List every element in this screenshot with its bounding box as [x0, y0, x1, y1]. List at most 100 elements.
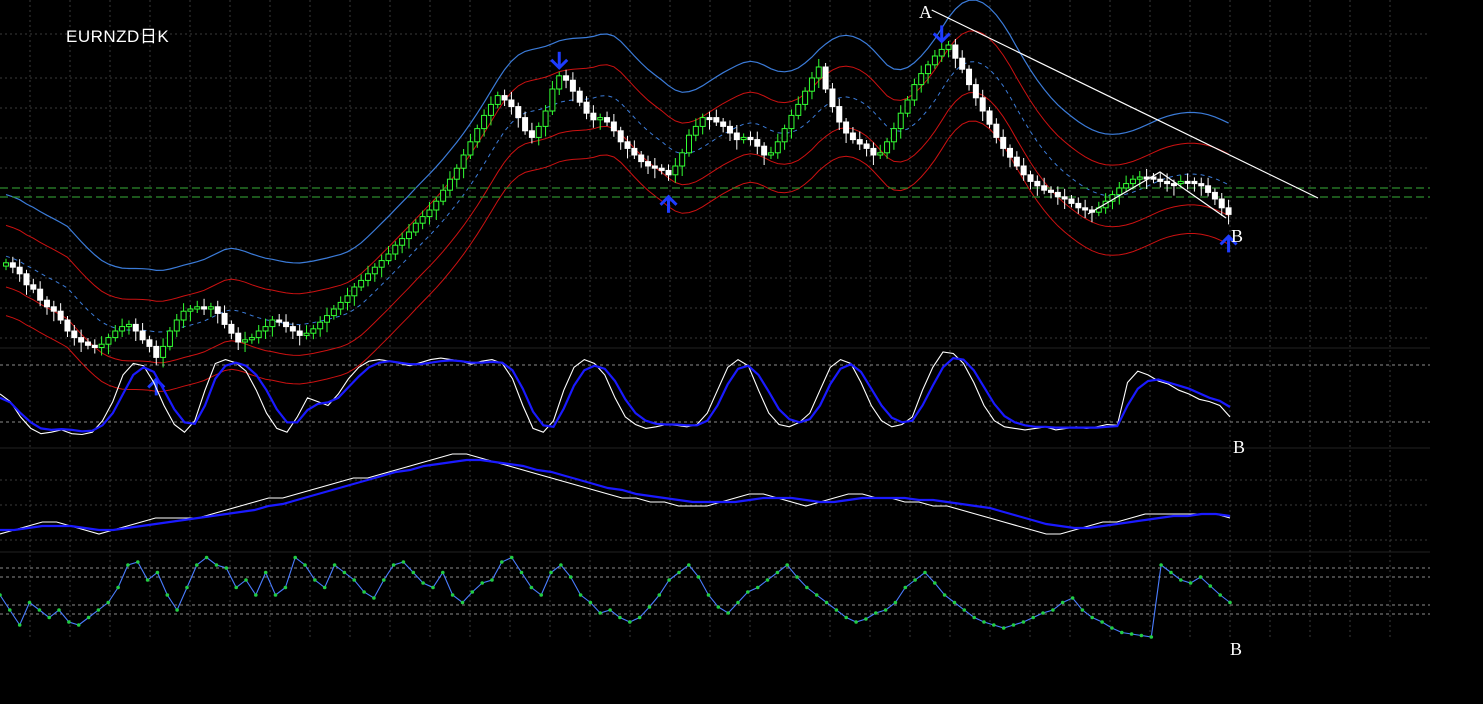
annotation-b-osc1: B	[1233, 437, 1246, 457]
data-point	[706, 593, 711, 597]
sell-arrow-icon	[550, 51, 569, 70]
candle-body	[556, 75, 563, 90]
candle-body	[597, 117, 604, 121]
candle-body	[754, 139, 761, 147]
data-point	[942, 593, 947, 597]
data-point	[322, 585, 327, 590]
candle-body	[1205, 185, 1212, 193]
data-point	[1188, 581, 1193, 585]
candle-body	[549, 88, 556, 112]
candle-body	[1225, 207, 1232, 215]
data-point	[893, 600, 898, 605]
data-point	[755, 585, 760, 590]
candle-body	[1184, 180, 1191, 184]
candle-body	[23, 273, 30, 286]
candle-body	[1116, 187, 1123, 196]
candle-body	[166, 330, 173, 347]
candle-body	[125, 323, 132, 328]
candle-body	[535, 125, 542, 138]
candle-body	[146, 339, 153, 347]
data-point	[195, 563, 199, 567]
candle-body	[57, 310, 64, 321]
data-point	[992, 623, 996, 627]
annotation-b-osc3: B	[1230, 639, 1243, 659]
data-point	[450, 593, 455, 597]
data-point	[1011, 623, 1016, 627]
candle-body	[474, 128, 481, 143]
candle-body	[843, 121, 850, 134]
candle-body	[364, 273, 371, 281]
candle-body	[98, 343, 105, 349]
data-point	[8, 608, 12, 612]
candle-body	[569, 79, 576, 92]
candle-body	[802, 90, 809, 105]
candle-body	[91, 344, 98, 348]
candle-body	[651, 165, 658, 169]
candle-body	[1054, 191, 1061, 198]
data-point	[1198, 575, 1203, 579]
candle-body	[761, 145, 768, 156]
candle-body	[740, 136, 747, 141]
data-point	[913, 578, 917, 582]
bollinger-upper-line	[5, 0, 1229, 272]
data-point	[716, 605, 721, 609]
data-point	[598, 611, 602, 615]
data-point	[568, 575, 573, 579]
data-point	[372, 596, 376, 600]
data-point	[1080, 608, 1085, 612]
candle-body	[686, 134, 692, 154]
candle-body	[180, 310, 187, 321]
candle-body	[522, 117, 529, 132]
data-point	[667, 578, 671, 582]
data-point	[490, 578, 494, 582]
candle-body	[262, 326, 269, 332]
candle-body	[1047, 189, 1054, 193]
candle-body	[836, 106, 843, 123]
data-point	[795, 575, 799, 579]
data-point	[224, 566, 229, 570]
candle-body	[351, 286, 358, 297]
candle-body	[918, 73, 925, 86]
data-point	[657, 593, 662, 597]
candle-body	[358, 279, 365, 288]
candle-body	[78, 337, 85, 343]
candle-body	[604, 117, 611, 123]
data-point	[145, 578, 150, 582]
candle-body	[289, 326, 296, 332]
data-point	[1218, 593, 1222, 597]
data-point	[1041, 611, 1045, 615]
candle-body	[747, 136, 754, 141]
candle-body	[979, 97, 986, 112]
candle-body	[460, 154, 467, 169]
candle-body	[515, 106, 522, 119]
chart-canvas	[0, 0, 1430, 640]
data-point	[1110, 626, 1114, 630]
candle-body	[160, 345, 167, 358]
candle-body	[235, 332, 242, 343]
candle-body	[665, 169, 672, 176]
candle-body	[283, 321, 290, 328]
data-point	[76, 623, 81, 627]
candle-body	[1061, 196, 1068, 200]
candle-body	[938, 48, 945, 57]
candle-body	[37, 288, 44, 301]
candle-body	[972, 84, 979, 99]
data-point	[529, 585, 534, 590]
data-point	[175, 608, 179, 612]
candle-body	[310, 328, 317, 334]
data-point	[67, 620, 71, 624]
price-pane	[0, 0, 1430, 396]
data-point	[883, 608, 888, 612]
candle-body	[43, 299, 50, 308]
candle-body	[610, 121, 617, 132]
data-point	[0, 593, 2, 597]
data-point	[47, 615, 51, 620]
candle-body	[774, 141, 781, 154]
candle-body	[337, 301, 344, 310]
data-point	[116, 585, 120, 590]
data-point	[746, 590, 750, 594]
candle-body	[1198, 183, 1205, 187]
candle-body	[726, 125, 733, 134]
candle-body	[986, 110, 993, 125]
candle-body	[1164, 180, 1171, 185]
